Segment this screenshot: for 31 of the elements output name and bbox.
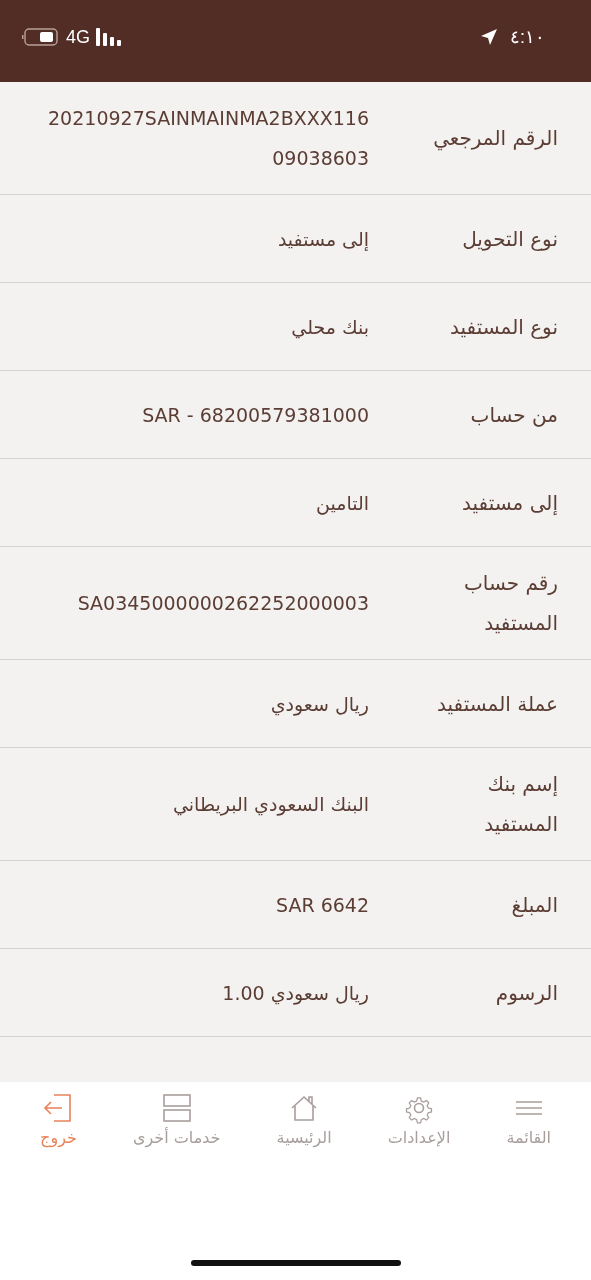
location-arrow-icon bbox=[480, 28, 498, 46]
detail-value: إلى مستفيد bbox=[276, 226, 369, 253]
detail-label: إلى مستفيد bbox=[461, 489, 558, 517]
clock: ٤:١٠ bbox=[510, 26, 545, 48]
detail-value: SAR 6642 bbox=[275, 892, 369, 918]
signal-icon bbox=[96, 28, 124, 46]
nav-tab[interactable]: خروج bbox=[40, 1092, 77, 1152]
detail-value: 20210927SAINMAINMA2BXXX11609038603 bbox=[47, 106, 369, 171]
detail-value: ريال سعودي bbox=[269, 691, 369, 718]
detail-value: SA0345000000262252000003 bbox=[76, 591, 369, 616]
nav-tab[interactable]: الرئيسية bbox=[276, 1092, 332, 1152]
detail-label: عملة المستفيد bbox=[436, 690, 558, 718]
detail-label: الرسوم bbox=[494, 979, 558, 1007]
battery-icon bbox=[22, 27, 60, 47]
nav-tab[interactable]: الإعدادات bbox=[387, 1092, 451, 1152]
nav-tab[interactable]: خدمات أخرى bbox=[132, 1092, 221, 1152]
detail-label: إسم بنك المستفيد bbox=[483, 771, 558, 838]
detail-value: التامين bbox=[315, 490, 369, 517]
detail-label: الرقم المرجعي bbox=[432, 125, 558, 153]
detail-value: البنك السعودي البريطاني bbox=[171, 792, 369, 818]
detail-value: بنك محلي bbox=[290, 314, 369, 341]
nav-tab[interactable]: القائمة bbox=[506, 1092, 551, 1152]
detail-label: نوع التحويل bbox=[461, 225, 558, 253]
detail-label: رقم حساب المستفيد bbox=[463, 570, 558, 637]
detail-label: من حساب bbox=[469, 401, 558, 429]
grid-icon bbox=[160, 1092, 193, 1124]
detail-value: SAR - 68200579381000 bbox=[141, 402, 369, 428]
detail-label: نوع المستفيد bbox=[449, 313, 558, 341]
detail-label: المبلغ bbox=[510, 891, 558, 919]
detail-value: 1.00 ريال سعودي bbox=[221, 980, 369, 1007]
network-type: 4G bbox=[66, 26, 90, 48]
